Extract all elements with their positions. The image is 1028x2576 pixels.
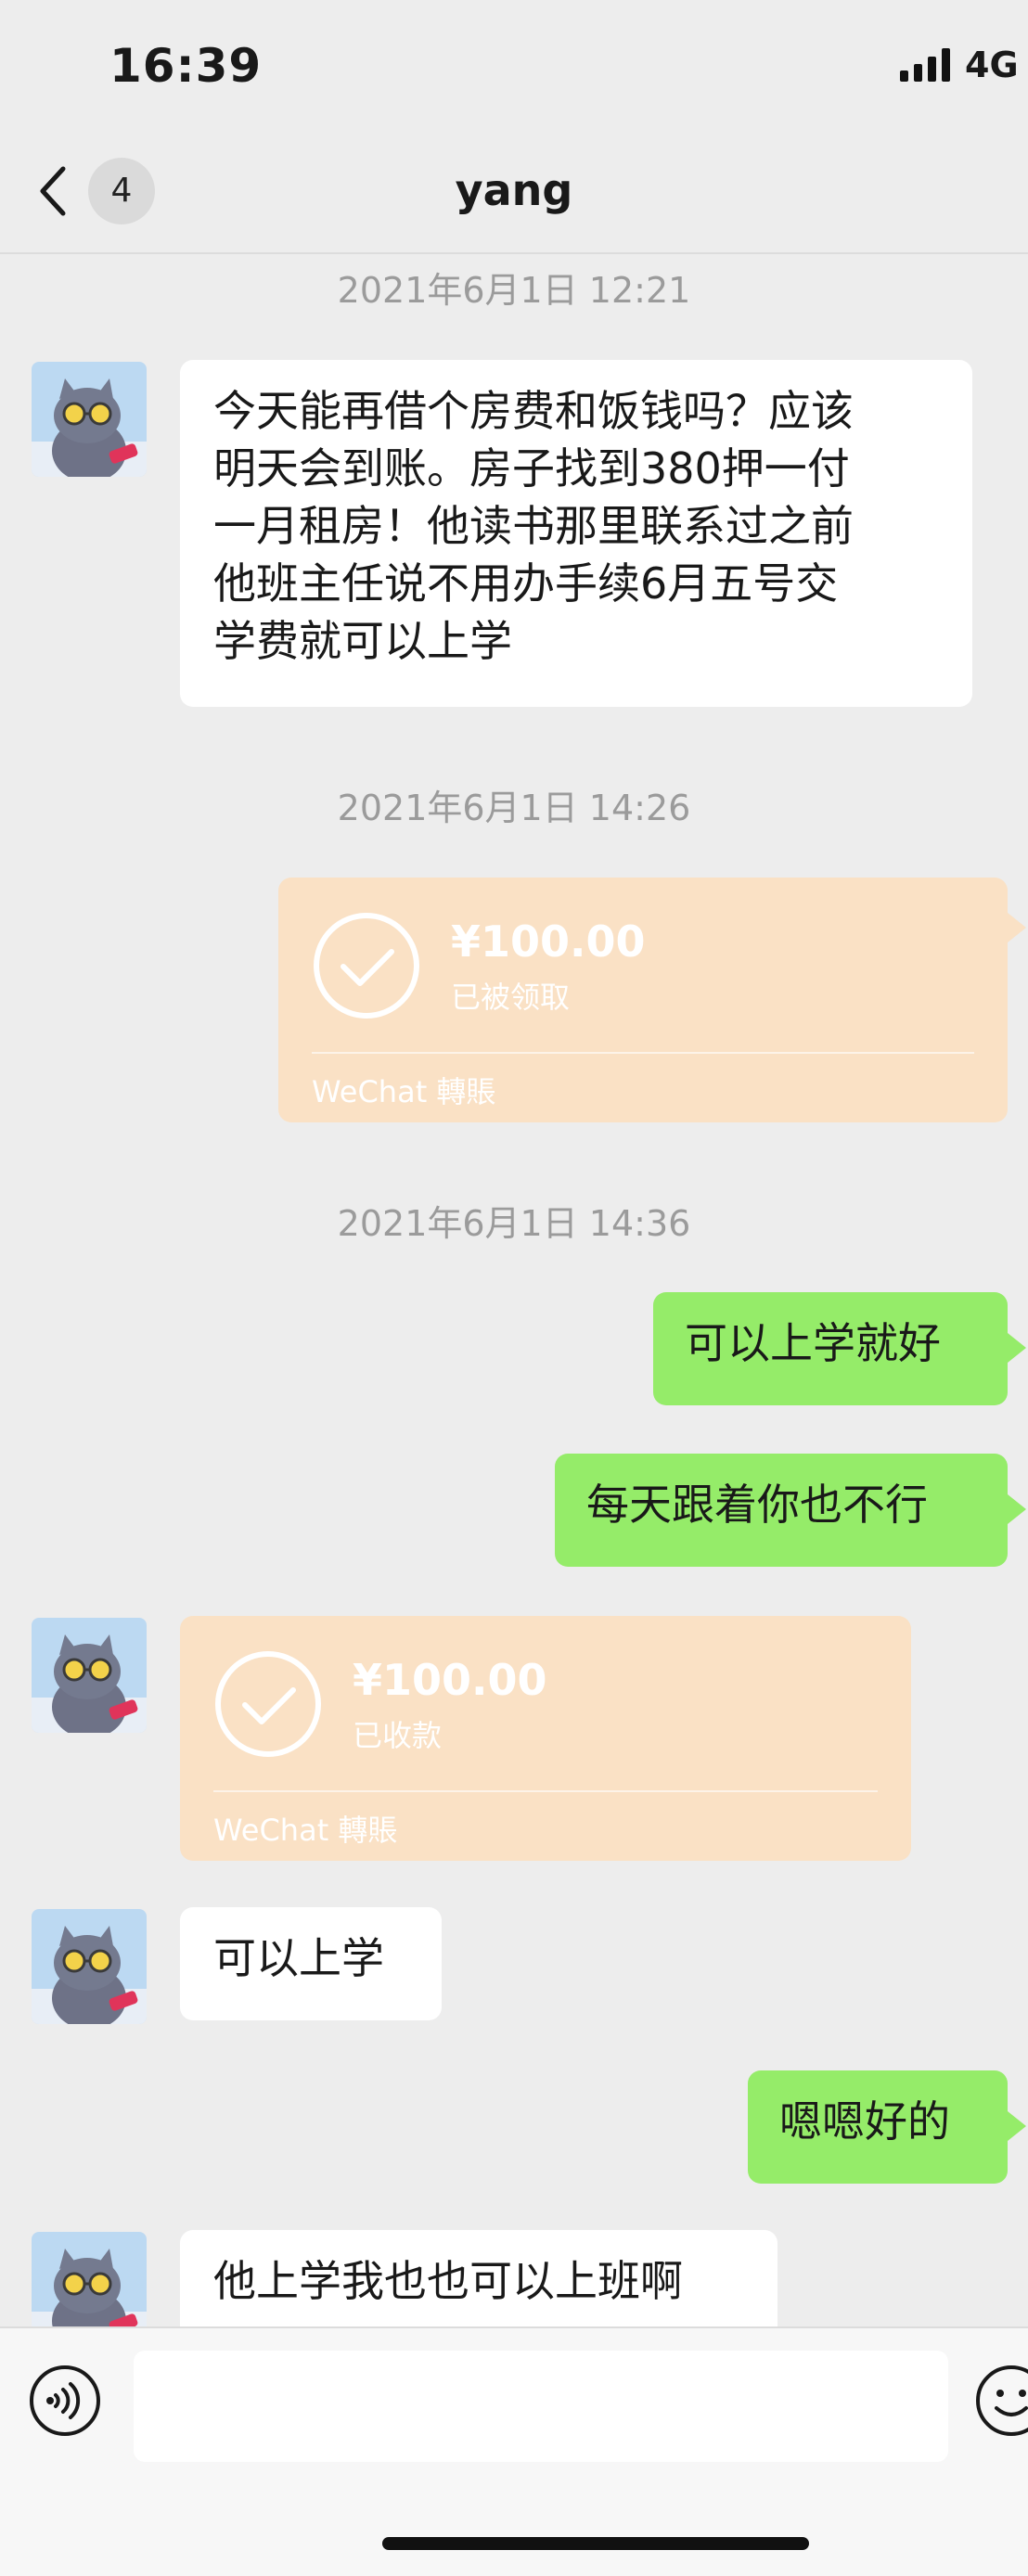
- timestamp: 2021年6月1日 12:21: [337, 270, 691, 311]
- message-text: 可以上学就好: [685, 1318, 941, 1368]
- transfer-label: WeChat 轉賬: [312, 1074, 496, 1109]
- bubble-tail: [1008, 1494, 1026, 1524]
- message-line: 他班主任说不用办手续6月五号交: [213, 558, 839, 609]
- message-line: 一月租房！他读书那里联系过之前: [213, 501, 854, 551]
- timestamp: 2021年6月1日 14:36: [337, 1203, 691, 1244]
- chat-title[interactable]: yang: [0, 165, 1028, 215]
- transfer-card[interactable]: ¥100.00 已收款 WeChat 轉賬: [180, 1616, 911, 1861]
- cat-avatar-icon: [32, 1618, 147, 1733]
- check-circle-icon: [314, 913, 419, 1019]
- cat-avatar-icon: [32, 362, 147, 477]
- message-line: 学费就可以上学: [213, 616, 512, 666]
- divider: [213, 1790, 878, 1792]
- signal-icon: [900, 48, 950, 82]
- transfer-status: 已收款: [353, 1718, 443, 1753]
- bubble-tail: [1008, 1333, 1026, 1363]
- avatar[interactable]: [32, 362, 147, 477]
- message-text: 他上学我也也可以上班啊: [213, 2256, 683, 2306]
- message-line: 今天能再借个房费和饭钱吗？应该: [213, 386, 854, 436]
- emoji-icon[interactable]: [974, 2364, 1028, 2438]
- voice-icon[interactable]: [28, 2364, 102, 2438]
- message-bubble[interactable]: 每天跟着你也不行: [555, 1454, 1008, 1567]
- message-input[interactable]: [134, 2351, 948, 2462]
- network-type: 4G: [965, 45, 1019, 85]
- avatar[interactable]: [32, 1909, 147, 2024]
- transfer-amount: ¥100.00: [451, 916, 646, 967]
- cat-avatar-icon: [32, 1909, 147, 2024]
- bubble-tail: [1008, 913, 1026, 942]
- transfer-status: 已被领取: [451, 980, 571, 1015]
- message-line: 明天会到账。房子找到380押一付: [213, 443, 850, 493]
- message-bubble[interactable]: 今天能再借个房费和饭钱吗？应该 明天会到账。房子找到380押一付 一月租房！他读…: [180, 360, 972, 707]
- message-text: 可以上学: [213, 1933, 384, 1983]
- message-text: 每天跟着你也不行: [586, 1480, 928, 1530]
- divider: [312, 1052, 974, 1054]
- status-time: 16:39: [109, 39, 263, 93]
- timestamp: 2021年6月1日 14:26: [337, 788, 691, 828]
- message-bubble[interactable]: 可以上学就好: [653, 1292, 1008, 1405]
- avatar[interactable]: [32, 1618, 147, 1733]
- transfer-amount: ¥100.00: [353, 1655, 547, 1705]
- check-circle-icon: [215, 1651, 321, 1757]
- message-bubble[interactable]: 嗯嗯好的: [748, 2070, 1008, 2184]
- message-bubble[interactable]: 可以上学: [180, 1907, 442, 2020]
- home-indicator[interactable]: [382, 2537, 809, 2550]
- bubble-tail: [1008, 2111, 1026, 2141]
- transfer-card[interactable]: ¥100.00 已被领取 WeChat 轉賬: [278, 878, 1008, 1122]
- transfer-label: WeChat 轉賬: [213, 1813, 398, 1848]
- message-text: 嗯嗯好的: [779, 2096, 950, 2147]
